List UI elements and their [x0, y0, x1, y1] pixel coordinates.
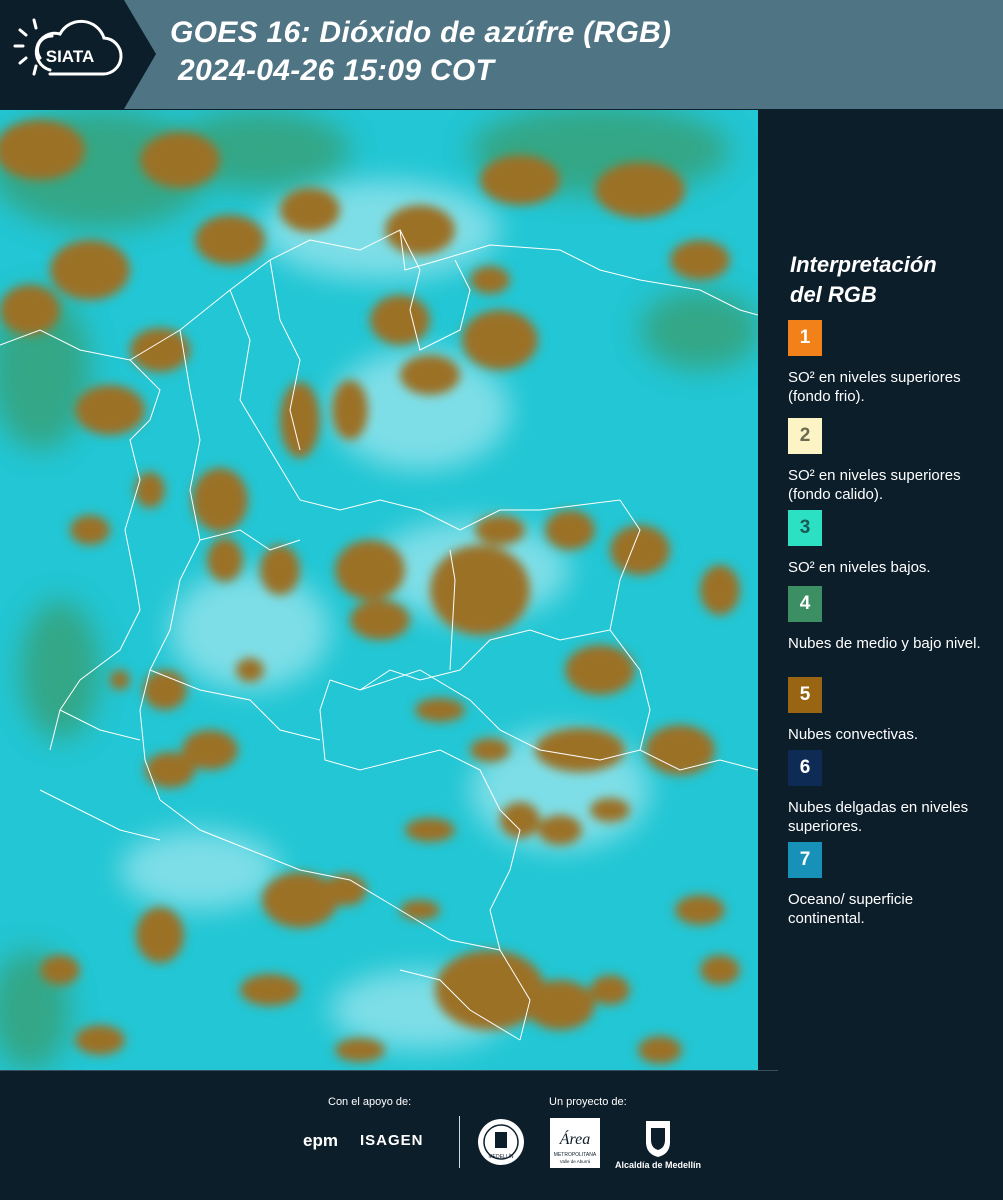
legend-item-4: 4 Nubes de medio y bajo nivel. — [788, 586, 988, 653]
footer: Con el apoyo de: Un proyecto de: epm ISA… — [0, 1070, 1003, 1200]
medellin-seal-icon: MEDELLÍN — [478, 1119, 524, 1165]
legend-title-line1: Interpretación — [790, 252, 937, 277]
isagen-logo: ISAGEN — [360, 1132, 424, 1149]
legend-title-line2: del RGB — [790, 282, 877, 307]
seal-text: MEDELLÍN — [488, 1153, 513, 1160]
legend-text-7: Oceano/ superficie continental. — [788, 891, 914, 927]
title-datetime: 2024-04-26 15:09 COT — [178, 54, 495, 87]
legend-swatch-1: 1 — [788, 320, 822, 356]
legend-item-5: 5 Nubes convectivas. — [788, 677, 988, 744]
area-logo-title: Área — [559, 1129, 591, 1148]
siata-logo-icon: SIATA — [13, 18, 123, 76]
area-logo-sub: METROPOLITANA — [554, 1152, 597, 1158]
area-metropolitana-logo: Área METROPOLITANA Valle de Aburrá — [550, 1118, 600, 1168]
alcaldia-logo: Alcaldía de Medellín — [612, 1118, 704, 1172]
legend-text-1: SO² en niveles superiores (fondo frio). — [788, 369, 961, 405]
legend-swatch-2: 2 — [788, 418, 822, 454]
legend: Interpretación del RGB 1 SO² en niveles … — [768, 110, 1003, 1070]
header: SIATA GOES 16: Dióxido de azúfre (RGB) 2… — [0, 0, 1003, 109]
legend-title: Interpretación del RGB — [790, 250, 937, 310]
alcaldia-text: Alcaldía de Medellín — [614, 1160, 702, 1170]
legend-text-2: SO² en niveles superiores (fondo calido)… — [788, 467, 961, 503]
legend-text-3: SO² en niveles bajos. — [788, 559, 931, 576]
legend-text-4: Nubes de medio y bajo nivel. — [788, 635, 981, 652]
epm-logo: epm — [303, 1131, 338, 1150]
legend-swatch-3: 3 — [788, 510, 822, 546]
page-title: GOES 16: Dióxido de azúfre (RGB) 2024-04… — [170, 14, 671, 90]
legend-item-2: 2 SO² en niveles superiores (fondo calid… — [788, 418, 988, 504]
satellite-image — [0, 110, 758, 1070]
alcaldia-shield-icon — [646, 1121, 670, 1157]
legend-text-5: Nubes convectivas. — [788, 726, 919, 743]
legend-swatch-6: 6 — [788, 750, 822, 786]
legend-item-3: 3 SO² en niveles bajos. — [788, 510, 988, 577]
title-product: GOES 16: Dióxido de azúfre (RGB) — [170, 16, 672, 49]
legend-item-7: 7 Oceano/ superficie continental. — [788, 842, 988, 928]
logo-text: SIATA — [46, 47, 94, 66]
legend-item-6: 6 Nubes delgadas en niveles superiores. — [788, 750, 988, 836]
legend-swatch-4: 4 — [788, 586, 822, 622]
legend-swatch-7: 7 — [788, 842, 822, 878]
project-label: Un proyecto de: — [549, 1096, 627, 1108]
legend-item-1: 1 SO² en niveles superiores (fondo frio)… — [788, 320, 988, 406]
satellite-map — [0, 110, 758, 1070]
logo-block: SIATA — [0, 0, 156, 109]
legend-text-6: Nubes delgadas en niveles superiores. — [788, 799, 969, 835]
footer-divider — [459, 1116, 460, 1168]
support-label: Con el apoyo de: — [328, 1096, 412, 1108]
footer-separator — [0, 1070, 778, 1071]
legend-swatch-5: 5 — [788, 677, 822, 713]
area-logo-sub2: Valle de Aburrá — [560, 1159, 591, 1164]
